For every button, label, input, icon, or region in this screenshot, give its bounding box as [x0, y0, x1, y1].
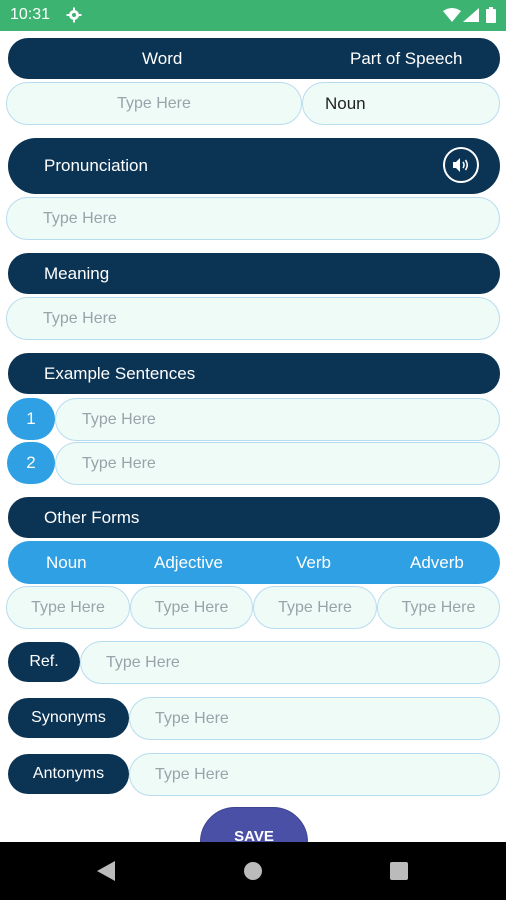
other-forms-label: Other Forms — [44, 507, 140, 527]
verb-form-input[interactable]: Type Here — [253, 586, 377, 629]
pronunciation-header: Pronunciation — [8, 138, 500, 194]
noun-form-placeholder: Type Here — [31, 598, 105, 616]
meaning-input[interactable]: Type Here — [6, 297, 500, 340]
speaker-icon — [453, 158, 469, 172]
adverb-form-placeholder: Type Here — [401, 598, 476, 616]
other-forms-tabs: Noun Adjective Verb Adverb — [8, 541, 500, 584]
tab-verb[interactable]: Verb — [296, 553, 331, 573]
tab-adverb[interactable]: Adverb — [410, 553, 464, 573]
verb-form-placeholder: Type Here — [278, 598, 352, 616]
word-header: Word Part of Speech — [8, 38, 500, 79]
recents-icon[interactable] — [390, 862, 408, 880]
navigation-bar — [0, 842, 506, 900]
status-bar: 10:31 — [0, 0, 506, 31]
noun-form-input[interactable]: Type Here — [6, 586, 130, 629]
part-of-speech-label: Part of Speech — [350, 48, 463, 68]
synonyms-label: Synonyms — [8, 698, 129, 738]
antonyms-input[interactable]: Type Here — [129, 753, 500, 796]
speaker-button[interactable] — [443, 147, 479, 183]
ref-label: Ref. — [8, 642, 80, 682]
example-sentences-label: Example Sentences — [44, 363, 196, 383]
word-input-placeholder: Type Here — [117, 94, 191, 112]
gear-icon — [66, 7, 82, 23]
antonyms-placeholder: Type Here — [155, 765, 229, 783]
tab-adjective[interactable]: Adjective — [154, 553, 223, 573]
synonyms-input[interactable]: Type Here — [129, 697, 500, 740]
part-of-speech-value: Noun — [325, 93, 366, 113]
meaning-label: Meaning — [44, 263, 110, 283]
pronunciation-label: Pronunciation — [44, 156, 148, 175]
example-number-2: 2 — [7, 442, 55, 484]
adverb-form-input[interactable]: Type Here — [377, 586, 500, 629]
signal-icon — [463, 8, 479, 22]
other-forms-header: Other Forms — [8, 497, 500, 538]
status-time: 10:31 — [10, 6, 51, 23]
wifi-icon — [443, 8, 461, 22]
antonyms-label: Antonyms — [8, 754, 129, 794]
meaning-header: Meaning — [8, 253, 500, 294]
example-2-placeholder: Type Here — [82, 454, 156, 472]
pronunciation-placeholder: Type Here — [43, 209, 117, 227]
synonyms-placeholder: Type Here — [155, 709, 229, 727]
tab-noun[interactable]: Noun — [46, 553, 87, 573]
ref-placeholder: Type Here — [106, 653, 180, 671]
example-1-placeholder: Type Here — [82, 410, 156, 428]
adjective-form-placeholder: Type Here — [154, 598, 229, 616]
ref-input[interactable]: Type Here — [80, 641, 500, 684]
part-of-speech-select[interactable]: Noun — [302, 82, 500, 125]
example-input-2[interactable]: Type Here — [55, 442, 500, 485]
battery-icon — [486, 7, 496, 23]
adjective-form-input[interactable]: Type Here — [130, 586, 253, 629]
word-label: Word — [142, 48, 183, 68]
home-icon[interactable] — [243, 861, 263, 881]
back-icon[interactable] — [97, 861, 115, 881]
example-number-1: 1 — [7, 398, 55, 440]
example-input-1[interactable]: Type Here — [55, 398, 500, 441]
pronunciation-input[interactable]: Type Here — [6, 197, 500, 240]
word-input[interactable]: Type Here — [6, 82, 302, 125]
example-sentences-header: Example Sentences — [8, 353, 500, 394]
meaning-placeholder: Type Here — [43, 309, 117, 327]
